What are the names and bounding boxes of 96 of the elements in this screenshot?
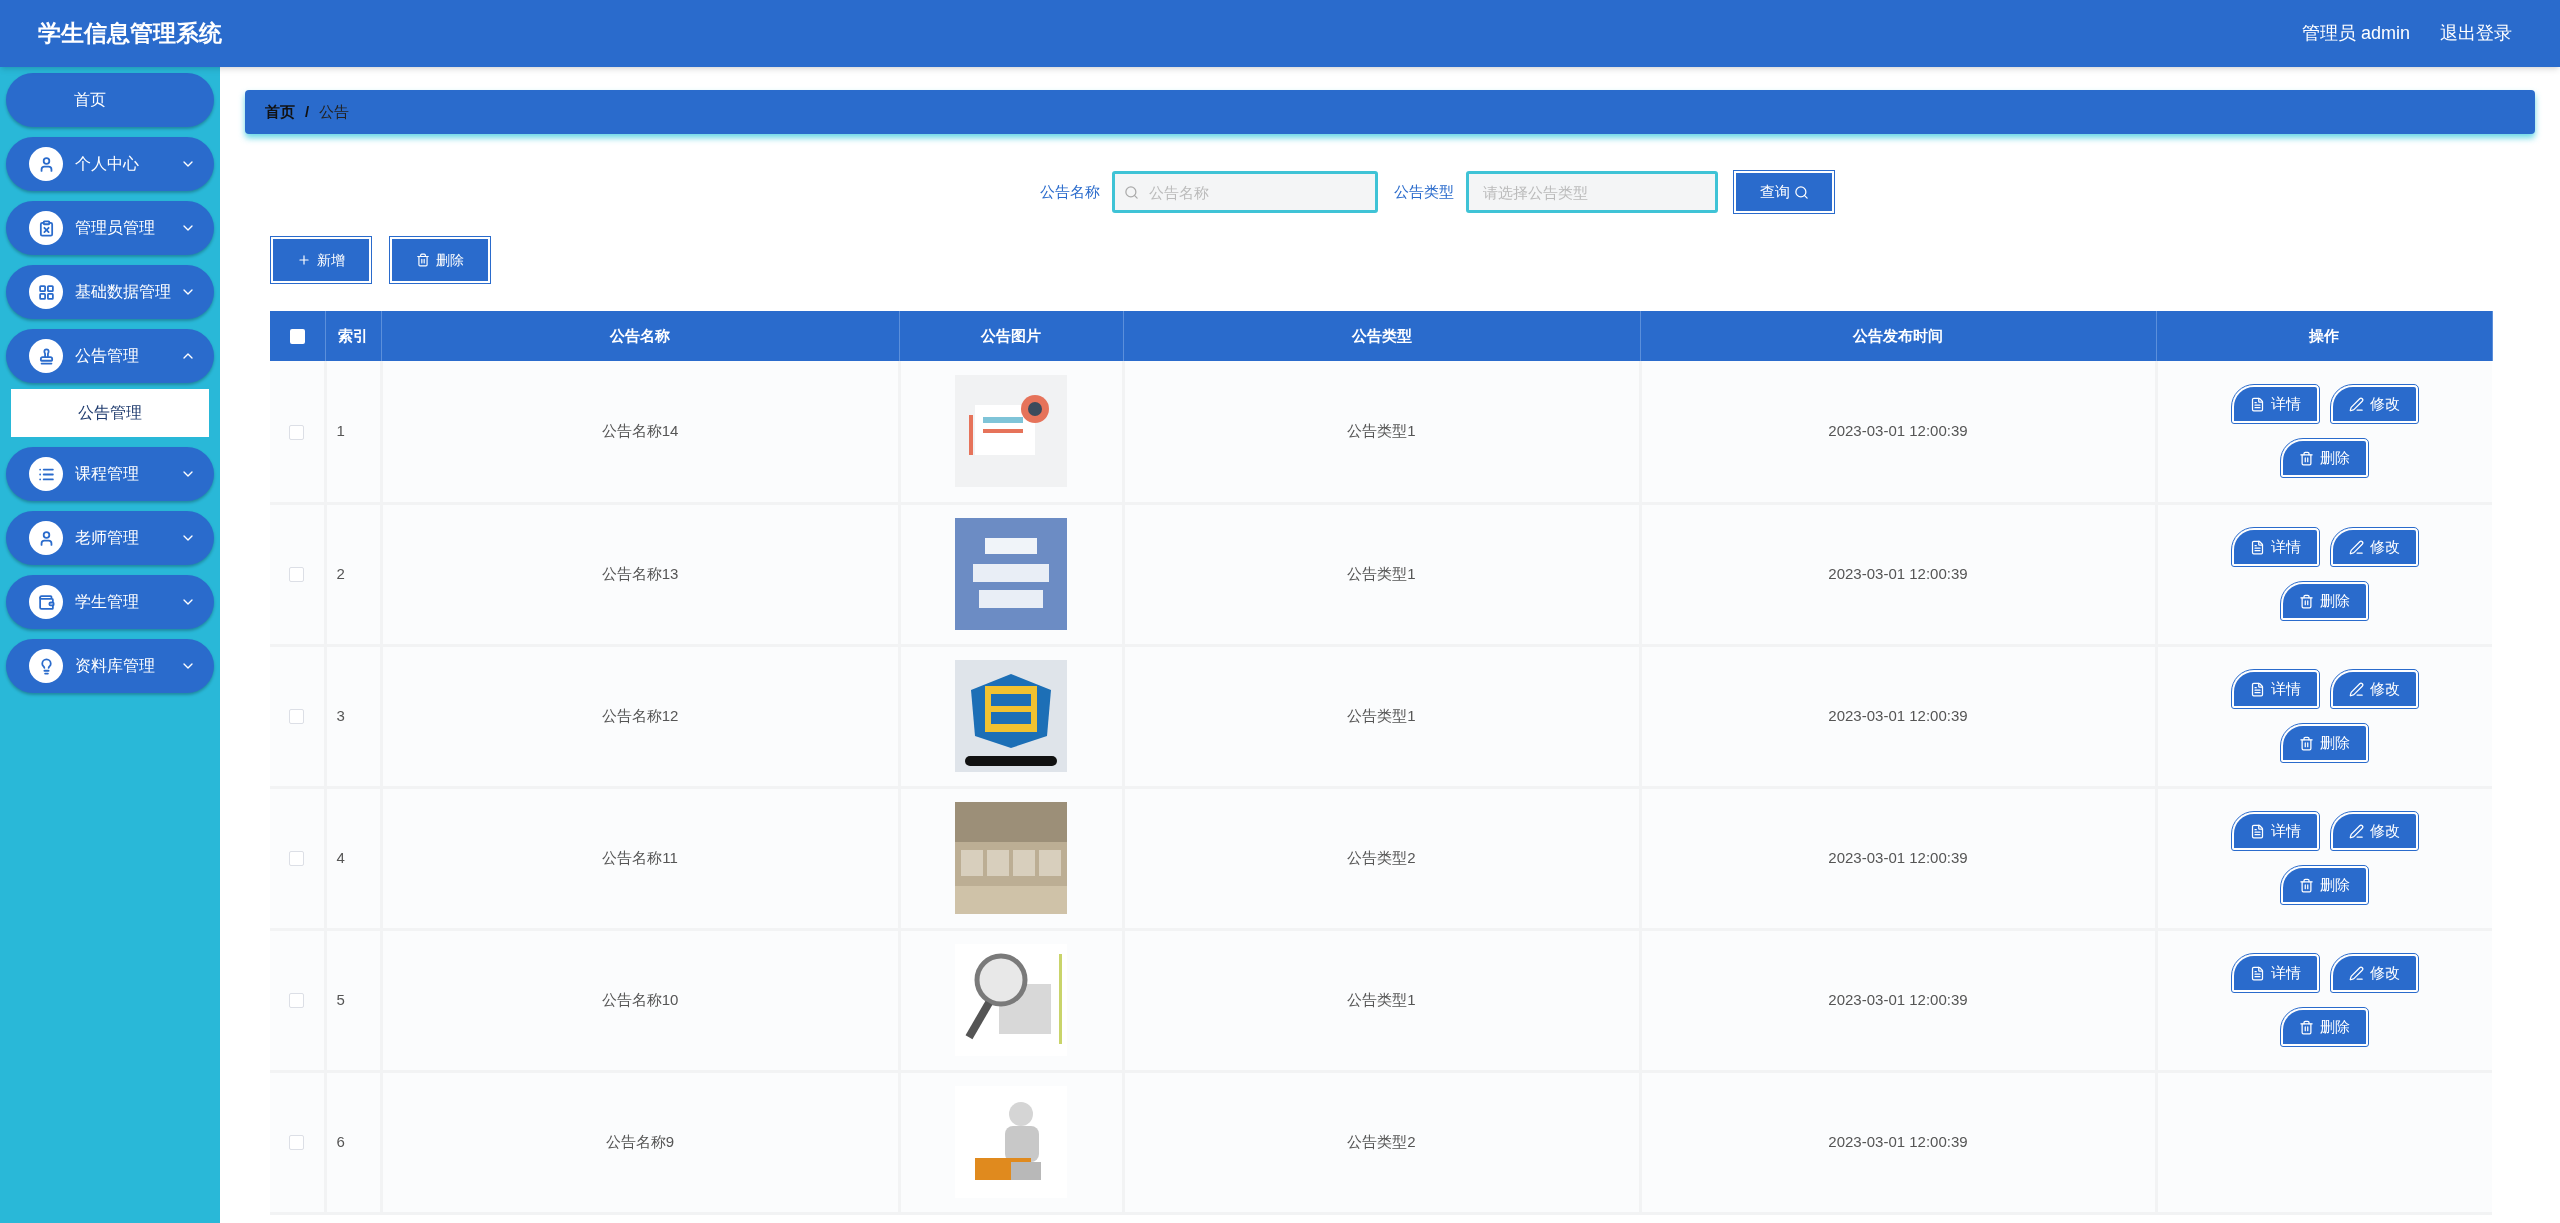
select-field[interactable]: 请选择公告类型 xyxy=(1466,171,1718,213)
time-cell: 2023-03-01 12:00:39 xyxy=(1828,706,1968,724)
detail-button[interactable]: 详情 xyxy=(2231,670,2319,708)
name-cell: 公告名称12 xyxy=(601,706,679,724)
row-checkbox[interactable] xyxy=(289,424,305,440)
trash-icon xyxy=(2299,1019,2315,1035)
pen-icon xyxy=(2348,396,2364,412)
menu-item[interactable]: 首页 xyxy=(6,73,214,127)
breadcrumb-separator: / xyxy=(305,101,310,122)
menu-item[interactable]: 管理员管理 xyxy=(6,201,214,255)
row-checkbox[interactable] xyxy=(289,851,305,867)
breadcrumb-item: 公告 xyxy=(319,101,350,122)
pen-icon xyxy=(2348,539,2364,555)
logout-link[interactable]: 退出登录 xyxy=(2440,20,2512,47)
delete-button[interactable]: 删除 xyxy=(2281,582,2369,620)
time-cell: 2023-03-01 12:00:39 xyxy=(1828,422,1968,439)
type-cell: 公告类型1 xyxy=(1347,564,1416,582)
search-button[interactable]: 查询 xyxy=(1734,171,1834,213)
type-cell: 公告类型2 xyxy=(1347,848,1416,866)
name-cell: 公告名称10 xyxy=(601,990,679,1008)
trash-icon xyxy=(2299,450,2315,466)
document-icon xyxy=(2249,681,2265,697)
field-label: 公告名称 xyxy=(1040,181,1100,202)
trash-icon xyxy=(2299,877,2315,893)
type-cell: 公告类型2 xyxy=(1347,1132,1416,1150)
type-cell: 公告类型1 xyxy=(1347,706,1416,724)
type-cell: 公告类型1 xyxy=(1347,422,1416,439)
trash-icon xyxy=(416,253,430,267)
menu-item[interactable]: 资料库管理 xyxy=(6,639,214,693)
time-cell: 2023-03-01 12:00:39 xyxy=(1828,990,1968,1008)
field-label: 公告类型 xyxy=(1394,181,1454,202)
menu-item[interactable]: 基础数据管理 xyxy=(6,265,214,319)
breadcrumb-item[interactable]: 首页 xyxy=(265,100,295,124)
delete-button[interactable]: 删除 xyxy=(390,237,490,283)
name-cell: 公告名称9 xyxy=(605,1132,675,1150)
submenu-item[interactable]: 公告管理 xyxy=(11,389,209,437)
pen-icon xyxy=(2348,965,2364,981)
delete-button[interactable]: 删除 xyxy=(2281,866,2369,904)
grid-icon xyxy=(29,275,63,309)
menu-item[interactable]: 课程管理 xyxy=(6,447,214,501)
edit-button[interactable]: 修改 xyxy=(2330,670,2418,708)
menu-item[interactable]: 个人中心 xyxy=(6,137,214,191)
row-checkbox[interactable] xyxy=(289,993,305,1009)
search-field[interactable]: 公告名称 xyxy=(1112,171,1378,213)
trash-icon xyxy=(2299,593,2315,609)
row-checkbox[interactable] xyxy=(289,709,305,725)
trash-icon xyxy=(2299,735,2315,751)
delete-button[interactable]: 删除 xyxy=(2281,1008,2369,1046)
plus-icon xyxy=(297,253,311,267)
document-icon xyxy=(2249,396,2265,412)
index-cell: 2 xyxy=(336,564,345,582)
app-title: 学生信息管理系统 xyxy=(38,19,222,49)
name-cell: 公告名称11 xyxy=(602,848,678,866)
stamp-icon xyxy=(29,339,63,373)
name-cell: 公告名称14 xyxy=(601,422,679,439)
index-cell: 3 xyxy=(336,706,345,724)
index-cell: 5 xyxy=(336,990,345,1008)
delete-button[interactable]: 删除 xyxy=(2281,439,2369,478)
index-cell: 1 xyxy=(336,422,345,439)
search-icon xyxy=(1124,185,1139,200)
menu-item[interactable]: 公告管理 xyxy=(6,329,214,383)
detail-button[interactable]: 详情 xyxy=(2231,954,2319,992)
document-icon xyxy=(2249,539,2265,555)
select-all-checkbox[interactable] xyxy=(289,329,305,345)
menu-item[interactable]: 学生管理 xyxy=(6,575,214,629)
wallet-icon xyxy=(29,585,63,619)
lightbulb-icon xyxy=(29,649,63,683)
edit-button[interactable]: 修改 xyxy=(2330,528,2418,566)
detail-button[interactable]: 详情 xyxy=(2231,385,2319,424)
type-cell: 公告类型1 xyxy=(1347,990,1416,1008)
time-cell: 2023-03-01 12:00:39 xyxy=(1828,564,1968,582)
person-icon xyxy=(29,521,63,555)
name-cell: 公告名称13 xyxy=(601,564,679,582)
edit-button[interactable]: 修改 xyxy=(2330,385,2418,424)
detail-button[interactable]: 详情 xyxy=(2231,812,2319,850)
row-checkbox[interactable] xyxy=(289,1135,305,1151)
document-icon xyxy=(2249,965,2265,981)
time-cell: 2023-03-01 12:00:39 xyxy=(1828,848,1968,866)
person-icon xyxy=(29,147,63,181)
edit-button[interactable]: 修改 xyxy=(2330,954,2418,992)
index-cell: 6 xyxy=(336,1132,345,1150)
pen-icon xyxy=(2348,681,2364,697)
index-cell: 4 xyxy=(336,848,345,866)
row-checkbox[interactable] xyxy=(289,567,305,583)
clipboard-icon xyxy=(29,211,63,245)
menu-item[interactable]: 老师管理 xyxy=(6,511,214,565)
document-icon xyxy=(2249,823,2265,839)
user-label: 管理员 admin xyxy=(2301,22,2410,45)
edit-button[interactable]: 修改 xyxy=(2330,812,2418,850)
search-icon xyxy=(1793,184,1809,200)
delete-button[interactable]: 删除 xyxy=(2281,724,2369,762)
pen-icon xyxy=(2348,823,2364,839)
add-button[interactable]: 新增 xyxy=(271,237,371,283)
list-icon xyxy=(29,457,63,491)
detail-button[interactable]: 详情 xyxy=(2231,528,2319,566)
time-cell: 2023-03-01 12:00:39 xyxy=(1828,1132,1968,1150)
